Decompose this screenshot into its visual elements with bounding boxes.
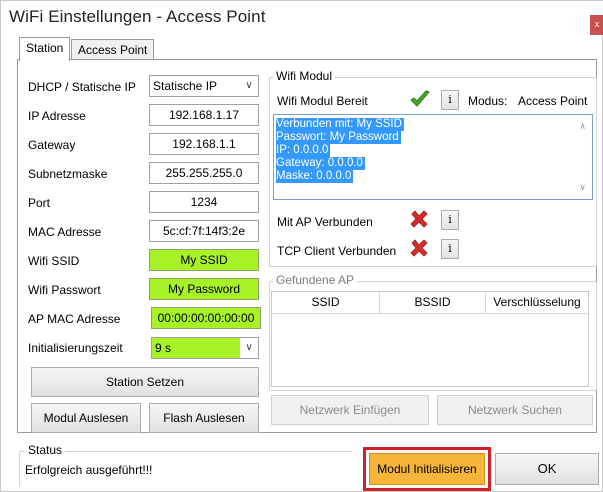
wifi-modul-info-button[interactable]: i [441, 90, 459, 110]
network-search-button[interactable]: Netzwerk Suchen [437, 395, 593, 425]
connection-log[interactable]: Verbunden mit: My SSID Passwort: My Pass… [273, 114, 593, 200]
modus-value: Access Point [518, 94, 588, 108]
init-time-select-value: 9 s [155, 341, 172, 355]
ip-label: IP Adresse [28, 109, 86, 123]
password-label: Wifi Passwort [28, 283, 101, 297]
password-field[interactable]: My Password [149, 278, 259, 300]
ap-mac-label: AP MAC Adresse [28, 312, 121, 326]
port-field[interactable]: 1234 [149, 191, 259, 213]
ok-button[interactable]: OK [495, 453, 599, 485]
status-group-title: Status [25, 443, 66, 457]
chevron-down-icon: ∨ [240, 76, 258, 96]
wifi-modul-ready-label: Wifi Modul Bereit [277, 94, 368, 108]
wifi-settings-window: WiFi Einstellungen - Access Point x Stat… [0, 0, 603, 492]
mac-label: MAC Adresse [28, 225, 102, 239]
column-header-bssid[interactable]: BSSID [380, 292, 486, 314]
modul-initialisieren-button[interactable]: Modul Initialisieren [369, 453, 485, 485]
error-cross-icon [410, 239, 428, 257]
tab-station[interactable]: Station [19, 37, 71, 61]
tcp-connected-info-button[interactable]: i [441, 239, 459, 259]
gateway-label: Gateway [28, 138, 76, 152]
window-title: WiFi Einstellungen - Access Point [9, 7, 266, 26]
column-header-encryption[interactable]: Verschlüsselung [486, 292, 588, 314]
init-time-select[interactable]: 9 s ∨ [151, 337, 259, 359]
dhcp-select-value: Statische IP [153, 79, 218, 93]
ap-mac-field[interactable]: 00:00:00:00:00:00 [151, 307, 261, 329]
scroll-down-icon[interactable]: ∨ [579, 182, 586, 193]
ssid-field[interactable]: My SSID [149, 249, 259, 271]
log-line: Gateway: 0.0.0.0 [276, 157, 365, 170]
error-cross-icon [410, 210, 428, 228]
tab-access-point[interactable]: Access Point [71, 39, 155, 61]
port-label: Port [28, 196, 51, 210]
mac-field[interactable]: 5c:cf:7f:14f3:2e [149, 220, 259, 242]
init-time-label: Initialisierungszeit [28, 341, 123, 355]
ip-field[interactable]: 192.168.1.17 [149, 104, 259, 126]
found-ap-table[interactable]: SSID BSSID Verschlüsselung [271, 291, 589, 387]
tcp-connected-label: TCP Client Verbunden [277, 244, 397, 258]
dhcp-select[interactable]: Statische IP ∨ [149, 75, 259, 97]
found-ap-group-title: Gefundene AP [273, 273, 358, 287]
ap-connected-info-button[interactable]: i [441, 210, 459, 230]
log-line: Maske: 0.0.0.0 [276, 170, 354, 183]
flash-auslesen-button[interactable]: Flash Auslesen [149, 403, 259, 433]
subnet-field[interactable]: 255.255.255.0 [149, 162, 259, 184]
scroll-up-icon[interactable]: ∧ [579, 121, 586, 132]
ap-connected-label: Mit AP Verbunden [277, 215, 373, 229]
log-line: IP: 0.0.0.0 [276, 144, 331, 157]
column-header-ssid[interactable]: SSID [272, 292, 380, 314]
status-message: Erfolgreich ausgeführt!!! [25, 463, 153, 477]
wifi-modul-group-title: Wifi Modul [273, 69, 336, 83]
ssid-label: Wifi SSID [28, 254, 80, 268]
gateway-field[interactable]: 192.168.1.1 [149, 133, 259, 155]
checkmark-icon [410, 90, 430, 107]
modus-label: Modus: [468, 94, 508, 108]
close-button[interactable]: x [590, 15, 603, 35]
dhcp-label: DHCP / Statische IP [28, 80, 136, 94]
log-line: Verbunden mit: My SSID [276, 118, 404, 131]
chevron-down-icon: ∨ [240, 338, 258, 358]
network-insert-button[interactable]: Netzwerk Einfügen [271, 395, 429, 425]
station-setzen-button[interactable]: Station Setzen [31, 367, 259, 397]
modul-auslesen-button[interactable]: Modul Auslesen [31, 403, 141, 433]
subnet-label: Subnetzmaske [28, 167, 108, 181]
title-bar: WiFi Einstellungen - Access Point x [1, 1, 603, 35]
log-line: Passwort: My Password [276, 131, 401, 144]
